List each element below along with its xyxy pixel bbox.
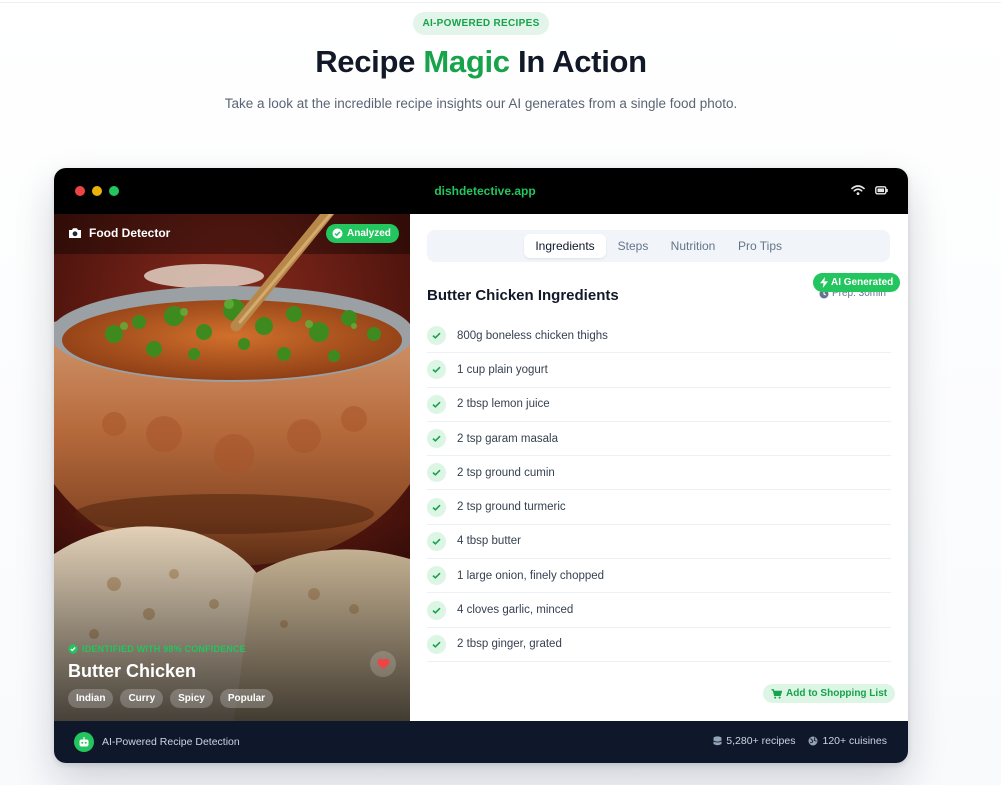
ingredient-item: 2 tbsp lemon juice [427,388,891,422]
cuisines-stat-text: 120+ cuisines [822,735,887,747]
ingredient-list: 800g boneless chicken thighs 1 cup plain… [427,319,891,662]
ingredients-title: Butter Chicken Ingredients [427,287,619,304]
footer-left-text: AI-Powered Recipe Detection [102,736,240,748]
top-divider [0,2,1001,3]
check-icon [427,360,446,380]
cart-icon [771,688,782,699]
section-subtitle: Take a look at the incredible recipe ins… [224,96,738,111]
ingredient-text: 2 tsp garam masala [457,432,558,445]
app-window: dishdetective.app Food Detector Analyzed… [54,168,908,763]
food-detector-label: Food Detector [68,226,170,240]
check-circle-icon [332,228,343,239]
ingredient-item: 1 large onion, finely chopped [427,559,891,594]
ingredient-text: 2 tbsp ginger, grated [457,638,562,651]
heart-icon [377,658,389,670]
check-circle-icon [68,644,78,654]
food-photo-panel: Food Detector Analyzed IDENTIFIED WITH 9… [54,214,410,721]
ingredient-text: 800g boneless chicken thighs [457,329,608,342]
ingredient-item: 2 tsp ground cumin [427,456,891,491]
dish-name: Butter Chicken [68,661,197,681]
ingredient-text: 2 tbsp lemon juice [457,398,550,411]
food-detector-text: Food Detector [89,226,171,240]
ai-generated-text: AI Generated [831,277,894,288]
ingredient-text: 4 cloves garlic, minced [457,604,574,617]
ingredient-text: 2 tsp ground cumin [457,466,555,479]
camera-icon [69,228,81,238]
check-icon [427,531,446,551]
section-badge: AI-POWERED RECIPES [413,12,549,35]
analyzed-badge: Analyzed [326,224,399,243]
section-title: Recipe Magic In Action [0,44,962,80]
ingredient-text: 1 large onion, finely chopped [457,569,605,582]
tag[interactable]: Spicy [170,689,213,708]
recipes-stat-text: 5,280+ recipes [726,735,796,747]
ingredient-text: 2 tsp ground turmeric [457,501,566,514]
footer-stats: 5,280+ recipes 120+ cuisines [713,735,887,747]
check-icon [427,566,446,586]
ingredient-item: 4 tbsp butter [427,525,891,560]
database-icon [713,736,722,746]
ingredient-item: 2 tsp garam masala [427,422,891,457]
tab-nutrition[interactable]: Nutrition [662,234,724,258]
tag[interactable]: Indian [68,689,114,708]
window-footer: AI-Powered Recipe Detection 5,280+ recip… [54,721,908,763]
ingredient-item: 1 cup plain yogurt [427,353,891,388]
check-icon [427,600,446,620]
check-icon [427,463,446,483]
add-to-shopping-list-button[interactable]: Add to Shopping List [763,684,896,703]
confidence-text: IDENTIFIED WITH 98% CONFIDENCE [82,644,247,654]
check-icon [427,497,446,517]
ingredient-item: 2 tbsp ginger, grated [427,628,891,662]
recipes-stat: 5,280+ recipes [713,735,795,747]
bolt-icon [820,277,828,288]
window-titlebar: dishdetective.app [54,168,908,214]
ingredient-item: 800g boneless chicken thighs [427,319,891,354]
ai-generated-badge: AI Generated [813,273,901,292]
ingredient-text: 4 tbsp butter [457,535,521,548]
tag[interactable]: Popular [219,689,274,708]
footer-brand: AI-Powered Recipe Detection [74,732,240,752]
check-icon [427,394,446,414]
recipe-tabs: Ingredients Steps Nutrition Pro Tips [427,230,890,262]
robot-icon [74,732,94,752]
window-url: dishdetective.app [434,184,536,198]
title-post: In Action [509,44,647,79]
confidence-line: IDENTIFIED WITH 98% CONFIDENCE [68,644,246,654]
wifi-icon [851,185,865,195]
analyzed-text: Analyzed [347,228,391,239]
globe-icon [808,736,818,746]
ingredient-item: 4 cloves garlic, minced [427,593,891,628]
cuisines-stat: 120+ cuisines [808,735,887,747]
battery-icon [875,186,888,195]
ingredient-item: 2 tsp ground turmeric [427,490,891,525]
tab-ingredients[interactable]: Ingredients [524,234,606,258]
add-to-shopping-list-text: Add to Shopping List [786,688,888,699]
ingredient-text: 1 cup plain yogurt [457,363,548,376]
check-icon [427,326,446,346]
tab-pro-tips[interactable]: Pro Tips [730,234,790,258]
title-accent: Magic [423,44,510,79]
title-pre: Recipe [315,44,424,79]
dish-tags: Indian Curry Spicy Popular [68,689,274,708]
check-icon [427,634,446,654]
favorite-button[interactable] [370,651,396,677]
check-icon [427,429,446,449]
tag[interactable]: Curry [120,689,164,708]
tab-steps[interactable]: Steps [610,234,656,258]
